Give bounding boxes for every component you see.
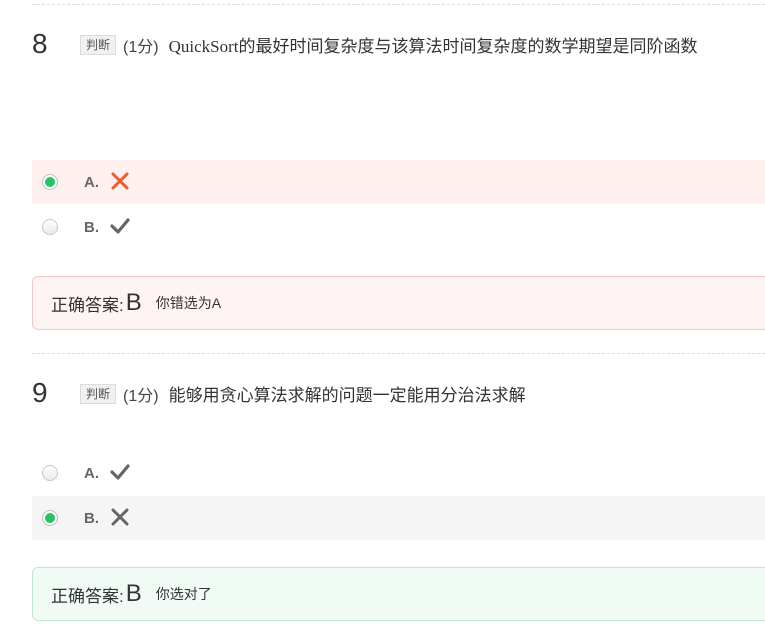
option-a[interactable]: A.: [32, 160, 765, 204]
radio-button-selected[interactable]: [42, 174, 58, 190]
answer-feedback: 你选对了: [155, 586, 212, 602]
question-score: (1分): [123, 387, 159, 405]
question-number: 9: [32, 377, 48, 408]
question-score: (1分): [123, 38, 159, 56]
option-letter: B.: [84, 509, 99, 527]
check-icon: [109, 215, 131, 242]
radio-button[interactable]: [42, 219, 58, 235]
answer-label: 正确答案:: [51, 295, 124, 315]
cross-icon: [109, 170, 131, 197]
radio-button[interactable]: [42, 465, 58, 481]
check-icon: [109, 461, 131, 488]
question-type-badge: 判断: [80, 383, 117, 404]
cross-icon: [109, 506, 131, 533]
radio-button-selected[interactable]: [42, 510, 58, 526]
option-letter: A.: [84, 464, 99, 482]
question-number: 8: [32, 28, 48, 59]
option-b[interactable]: B.: [32, 205, 765, 249]
option-a[interactable]: A.: [32, 451, 765, 495]
question-divider: [32, 353, 765, 354]
correct-answer: B: [125, 580, 142, 607]
answer-result-box: 正确答案: B 你选对了: [32, 567, 765, 621]
question-divider: [32, 4, 765, 5]
question-text: QuickSort的最好时间复杂度与该算法时间复杂度的数学期望是同阶函数: [168, 37, 698, 56]
answer-label: 正确答案:: [51, 586, 124, 606]
question-header: 判断 (1分) QuickSort的最好时间复杂度与该算法时间复杂度的数学期望是…: [80, 32, 697, 57]
option-letter: A.: [84, 173, 99, 191]
question-type-badge: 判断: [80, 34, 117, 55]
answer-result-box: 正确答案: B 你错选为A: [32, 276, 765, 330]
question-text: 能够用贪心算法求解的问题一定能用分治法求解: [168, 386, 526, 405]
option-letter: B.: [84, 218, 99, 236]
correct-answer: B: [125, 289, 142, 316]
option-b[interactable]: B.: [32, 496, 765, 540]
question-header: 判断 (1分) 能够用贪心算法求解的问题一定能用分治法求解: [80, 381, 526, 406]
answer-feedback: 你错选为A: [155, 295, 222, 311]
